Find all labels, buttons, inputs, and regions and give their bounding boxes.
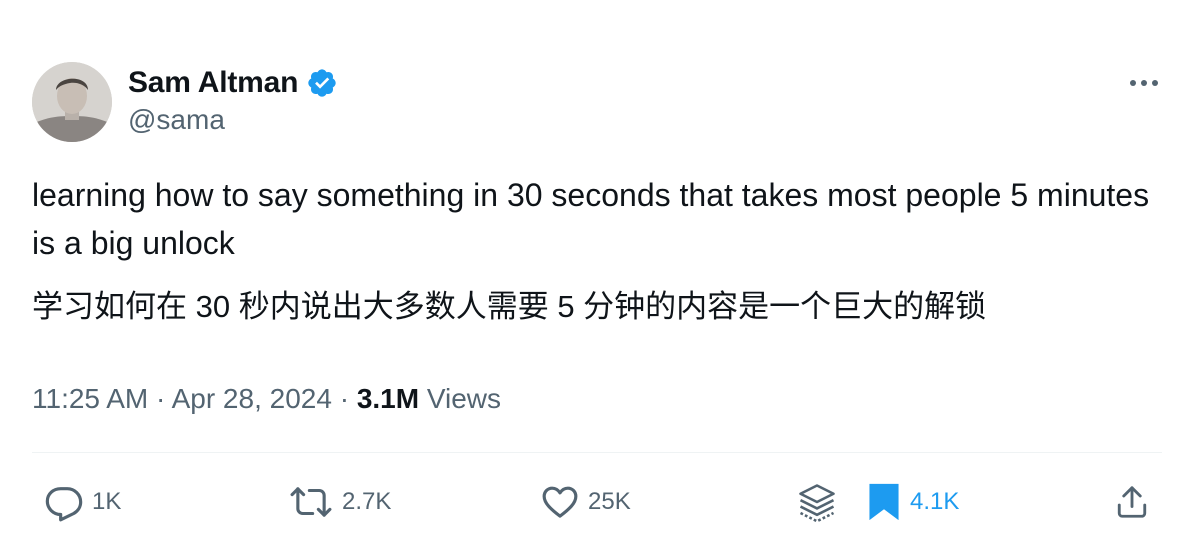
tweet-meta: 11:25 AM · Apr 28, 2024 · 3.1M Views [32,379,501,419]
meta-separator: · [339,383,350,414]
like-count: 25K [588,488,631,515]
author-handle[interactable]: @sama [128,104,225,136]
heart-icon [540,482,580,522]
layers-icon [794,480,840,524]
avatar[interactable] [32,62,112,142]
views-count: 3.1M [356,383,420,414]
share-icon [1114,482,1150,522]
repost-button[interactable]: 2.7K [288,478,391,526]
views-label: Views [426,383,502,414]
author-name-row: Sam Altman [128,64,338,102]
bookmark-button[interactable]: 4.1K [866,478,959,526]
bookmark-icon [866,482,902,522]
reply-icon [44,482,84,522]
verified-badge-icon[interactable] [306,67,338,99]
reply-count: 1K [92,488,122,515]
tweet-text-chinese: 学习如何在 30 秒内说出大多数人需要 5 分钟的内容是一个巨大的解锁 [32,289,987,324]
tweet-card: Sam Altman @sama learning how to say som… [0,0,1198,560]
share-button[interactable] [1114,478,1150,526]
more-horizontal-icon[interactable] [1126,68,1162,98]
layers-button[interactable] [794,478,840,526]
tweet-text-english: learning how to say something in 30 seco… [32,177,1150,261]
reply-button[interactable]: 1K [44,478,121,526]
repost-icon [288,482,334,522]
bookmark-count: 4.1K [910,488,960,515]
divider [32,452,1162,453]
meta-separator: · [156,383,166,414]
tweet-time[interactable]: 11:25 AM [32,383,148,414]
repost-count: 2.7K [342,488,392,515]
author-display-name[interactable]: Sam Altman [128,66,298,100]
like-button[interactable]: 25K [540,478,631,526]
tweet-date[interactable]: Apr 28, 2024 [172,383,332,414]
